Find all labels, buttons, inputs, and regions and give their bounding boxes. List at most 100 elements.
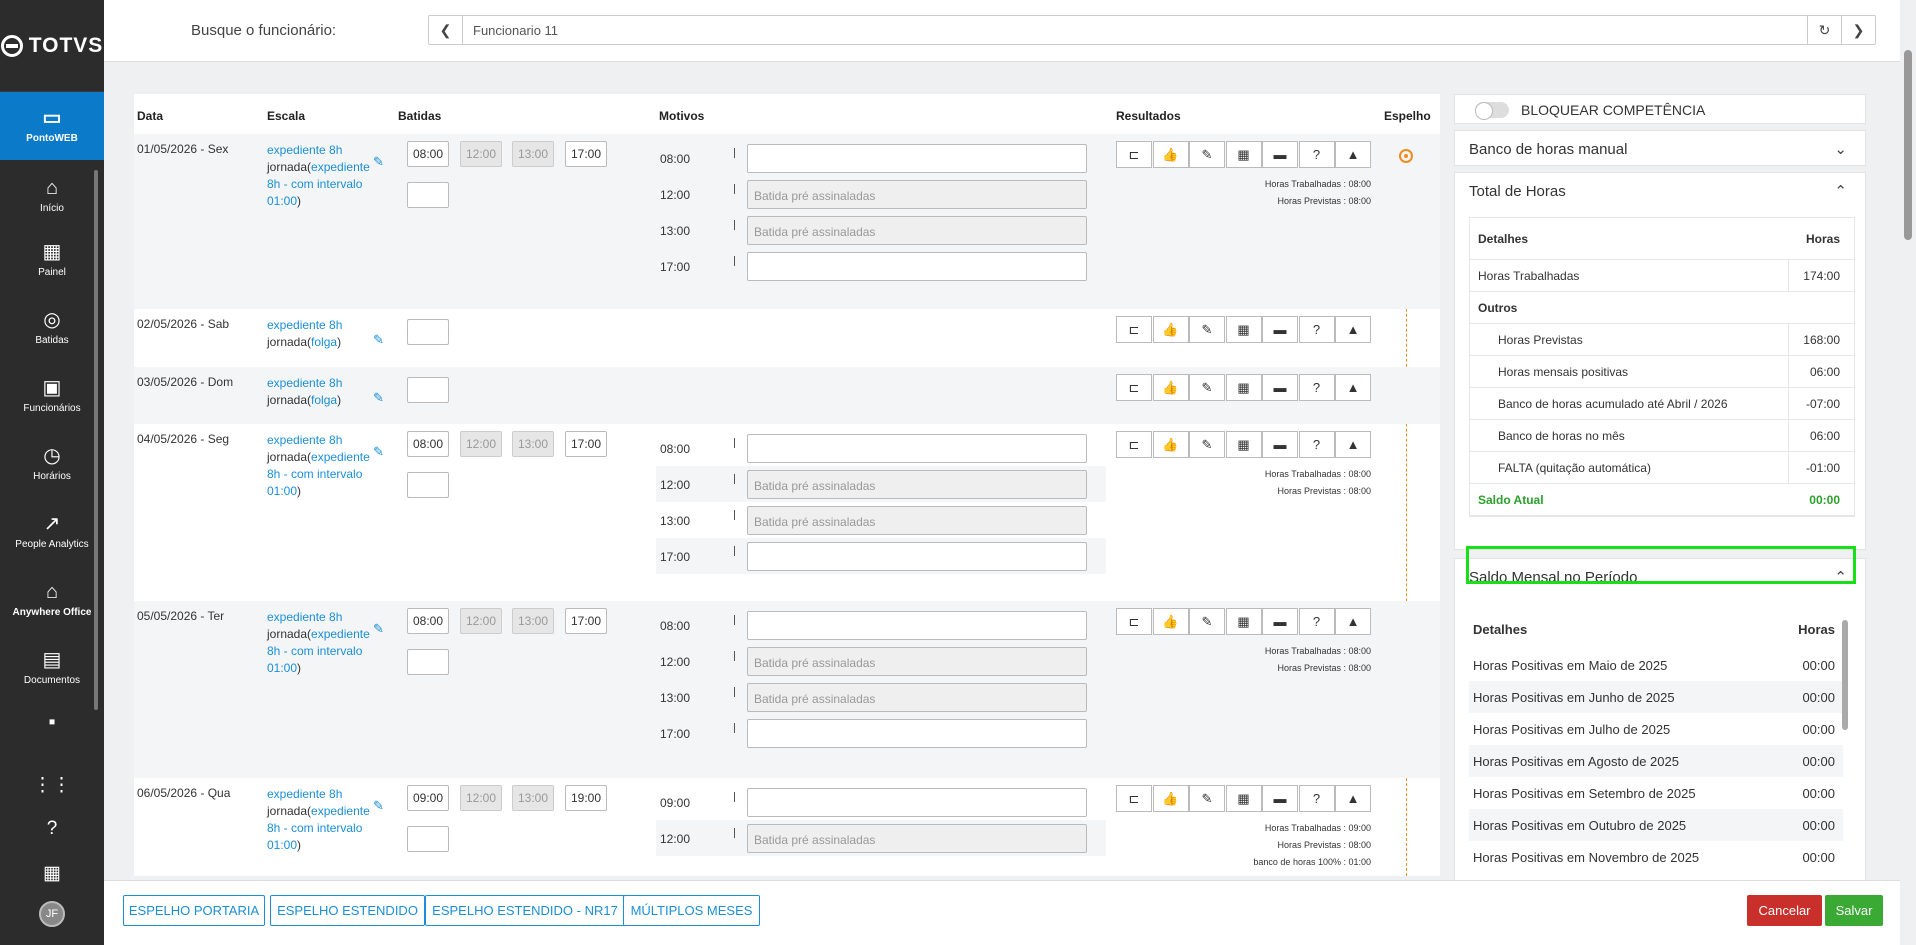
sidebar-item-inicio[interactable]: ⌂ Início [0, 166, 104, 226]
new-batida-input[interactable] [407, 826, 449, 852]
thumbs-up-button[interactable]: 👍 [1152, 608, 1189, 635]
new-batida-input[interactable] [407, 472, 449, 498]
edit-escala-icon[interactable]: ✎ [373, 444, 384, 460]
edit-button[interactable]: ✎ [1189, 374, 1225, 401]
new-batida-input[interactable] [407, 182, 449, 208]
motivo-input[interactable] [747, 611, 1087, 640]
chevron-up-icon[interactable]: ⌃ [1834, 182, 1847, 200]
espelho-estendido-button[interactable]: ESPELHO ESTENDIDO [270, 895, 425, 926]
save-button[interactable]: Salvar [1825, 895, 1883, 926]
comment-button[interactable]: ▬ [1262, 431, 1298, 458]
calendar-button[interactable]: ▦ [1225, 316, 1262, 343]
jornada-link[interactable]: folga [311, 335, 337, 349]
new-batida-input[interactable] [407, 377, 449, 403]
sidebar-item-batidas[interactable]: ◎ Batidas [0, 294, 104, 362]
calendar-button[interactable]: ▦ [1225, 431, 1262, 458]
help-icon[interactable]: ? [0, 807, 104, 851]
thumbs-up-button[interactable]: 👍 [1152, 374, 1189, 401]
door-button[interactable]: ⊏ [1116, 608, 1152, 635]
bell-button[interactable]: ▲ [1335, 608, 1371, 635]
edit-escala-icon[interactable]: ✎ [373, 621, 384, 637]
saldo-mensal-scrollbar[interactable] [1842, 620, 1848, 730]
escala-link[interactable]: expediente 8h [267, 318, 342, 332]
edit-button[interactable]: ✎ [1189, 141, 1225, 168]
bell-button[interactable]: ▲ [1335, 431, 1371, 458]
batida-input[interactable]: 09:00 [407, 785, 449, 811]
bell-button[interactable]: ▲ [1335, 141, 1371, 168]
help-button[interactable]: ? [1298, 316, 1335, 343]
calendar-button[interactable]: ▦ [1225, 374, 1262, 401]
batida-input[interactable]: 17:00 [565, 608, 607, 634]
batida-input[interactable]: 17:00 [565, 141, 607, 167]
employee-input[interactable]: Funcionario 11 [463, 23, 1807, 38]
mirror-marker-icon[interactable] [1399, 149, 1413, 163]
banco-manual-card[interactable]: Banco de horas manual ⌄ [1454, 130, 1866, 166]
help-button[interactable]: ? [1298, 785, 1335, 812]
jornada-link[interactable]: folga [311, 393, 337, 407]
edit-escala-icon[interactable]: ✎ [373, 332, 384, 348]
edit-escala-icon[interactable]: ✎ [373, 390, 384, 406]
new-batida-input[interactable] [407, 319, 449, 345]
edit-button[interactable]: ✎ [1189, 608, 1225, 635]
sidebar-item-people-analytics[interactable]: ↗ People Analytics [0, 498, 104, 566]
comment-button[interactable]: ▬ [1262, 608, 1298, 635]
edit-escala-icon[interactable]: ✎ [373, 798, 384, 814]
chevron-down-icon[interactable]: ⌄ [1834, 140, 1847, 158]
batida-input[interactable]: 17:00 [565, 431, 607, 457]
door-button[interactable]: ⊏ [1116, 785, 1152, 812]
apps-icon[interactable]: ⋮⋮ [0, 763, 104, 807]
calendar-button[interactable]: ▦ [1225, 608, 1262, 635]
batida-input[interactable]: 08:00 [407, 608, 449, 634]
sidebar-item-more[interactable]: ▪ [0, 702, 104, 742]
help-button[interactable]: ? [1298, 608, 1335, 635]
batida-input[interactable]: 08:00 [407, 141, 449, 167]
motivo-input[interactable] [747, 144, 1087, 173]
sidebar-item-documentos[interactable]: ▤ Documentos [0, 634, 104, 702]
comment-button[interactable]: ▬ [1262, 374, 1298, 401]
edit-button[interactable]: ✎ [1189, 785, 1225, 812]
escala-link[interactable]: expediente 8h [267, 376, 342, 390]
next-employee-button[interactable]: ❯ [1841, 16, 1875, 44]
employee-search[interactable]: ❮ Funcionario 11 ↻ ❯ [428, 15, 1876, 45]
comment-button[interactable]: ▬ [1262, 785, 1298, 812]
help-button[interactable]: ? [1298, 374, 1335, 401]
thumbs-up-button[interactable]: 👍 [1152, 785, 1189, 812]
door-button[interactable]: ⊏ [1116, 141, 1152, 168]
sidebar-scrollbar[interactable] [94, 170, 98, 710]
sidebar-item-painel[interactable]: ▦ Painel [0, 226, 104, 294]
motivo-input[interactable] [747, 252, 1087, 281]
totvs-logo[interactable]: TOTVS [0, 0, 104, 92]
help-button[interactable]: ? [1298, 431, 1335, 458]
motivo-input[interactable] [747, 719, 1087, 748]
bell-button[interactable]: ▲ [1335, 374, 1371, 401]
escala-link[interactable]: expediente 8h [267, 143, 342, 157]
motivo-input[interactable] [747, 788, 1087, 817]
sidebar-item-funcionarios[interactable]: ▣ Funcionários [0, 362, 104, 430]
page-scrollbar[interactable] [1904, 50, 1912, 240]
edit-escala-icon[interactable]: ✎ [373, 154, 384, 170]
previous-employee-button[interactable]: ❮ [429, 16, 463, 44]
bloquear-toggle[interactable] [1475, 102, 1509, 120]
thumbs-up-button[interactable]: 👍 [1152, 431, 1189, 458]
avatar[interactable]: JF [39, 901, 65, 927]
comment-button[interactable]: ▬ [1262, 141, 1298, 168]
bell-button[interactable]: ▲ [1335, 785, 1371, 812]
multiplos-meses-button[interactable]: MÚLTIPLOS MESES [623, 895, 760, 926]
comment-button[interactable]: ▬ [1262, 316, 1298, 343]
calendar-button[interactable]: ▦ [1225, 785, 1262, 812]
espelho-portaria-button[interactable]: ESPELHO PORTARIA [123, 895, 265, 926]
refresh-button[interactable]: ↻ [1807, 16, 1841, 44]
escala-link[interactable]: expediente 8h [267, 787, 342, 801]
batida-input[interactable]: 19:00 [565, 785, 607, 811]
door-button[interactable]: ⊏ [1116, 374, 1152, 401]
sidebar-item-horarios[interactable]: ◷ Horários [0, 430, 104, 498]
sidebar-item-anywhere-office[interactable]: ⌂ Anywhere Office [0, 566, 104, 634]
calendar-button[interactable]: ▦ [1225, 141, 1262, 168]
batida-input[interactable]: 08:00 [407, 431, 449, 457]
new-batida-input[interactable] [407, 649, 449, 675]
edit-button[interactable]: ✎ [1189, 316, 1225, 343]
cancel-button[interactable]: Cancelar [1747, 895, 1822, 926]
escala-link[interactable]: expediente 8h [267, 610, 342, 624]
edit-button[interactable]: ✎ [1189, 431, 1225, 458]
thumbs-up-button[interactable]: 👍 [1152, 316, 1189, 343]
